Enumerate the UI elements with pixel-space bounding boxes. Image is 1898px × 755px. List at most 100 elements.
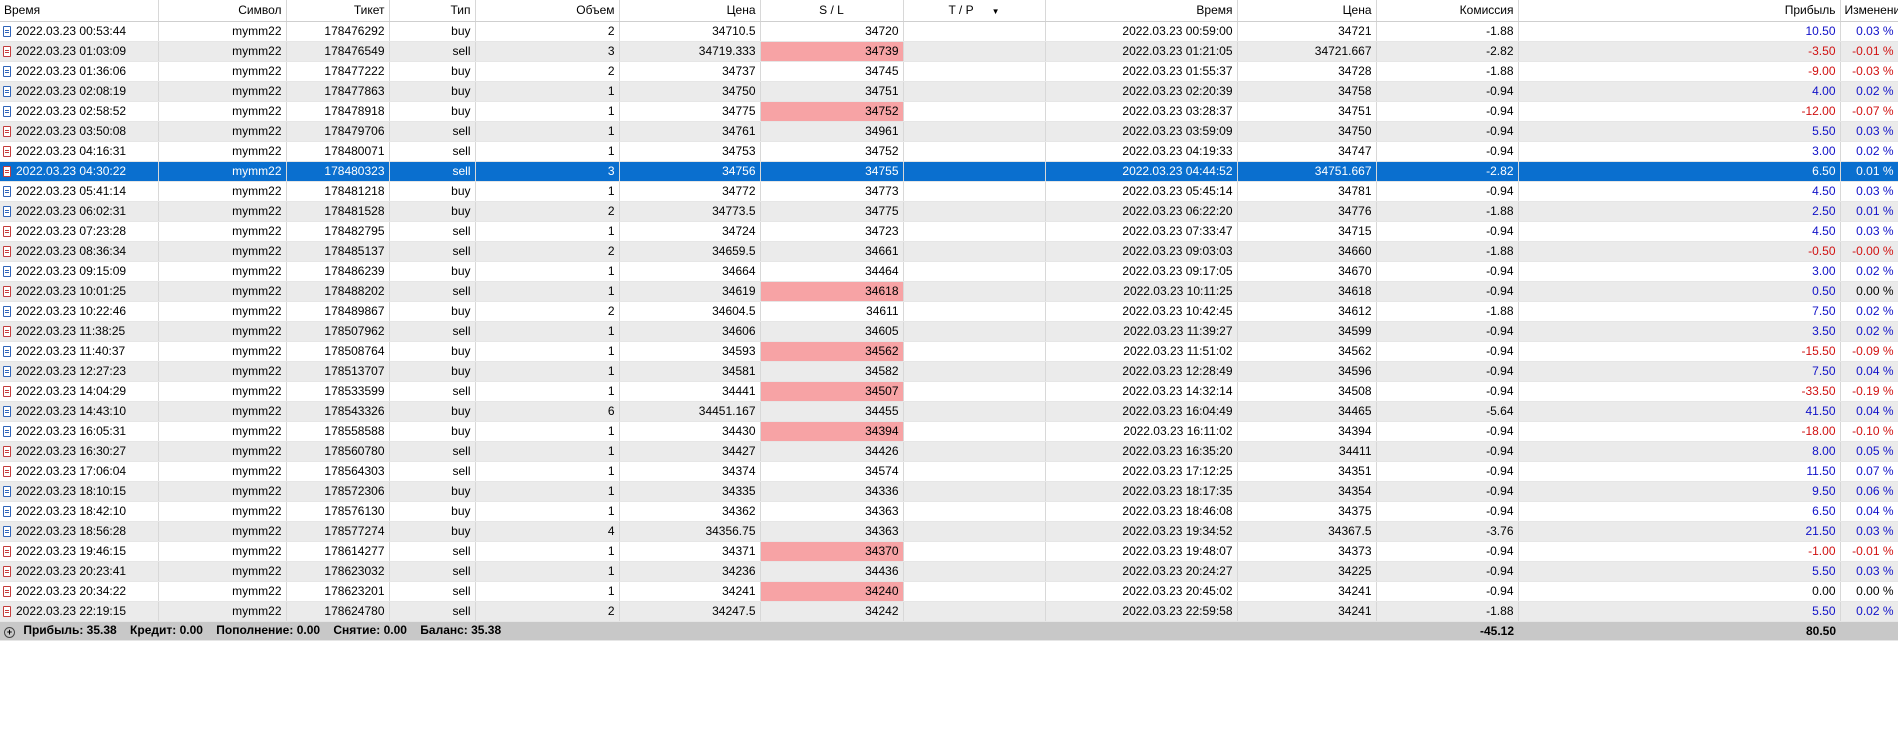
- cell-sl-text: 34370: [865, 544, 899, 558]
- cell-volume: 1: [475, 541, 620, 562]
- sell-order-icon: [3, 146, 11, 157]
- cell-symbol-text: mymm22: [232, 124, 282, 138]
- col-header-profit[interactable]: Прибыль: [1518, 0, 1841, 22]
- cell-change: 0.03 %: [1840, 521, 1898, 542]
- cell-change: 0.03 %: [1840, 121, 1898, 142]
- cell-sl-text: 34455: [865, 404, 899, 418]
- table-row[interactable]: 2022.03.23 18:10:15 mymm22 178572306 buy 1 34…: [0, 481, 1898, 502]
- col-header-ticket[interactable]: Тикет: [286, 0, 390, 22]
- cell-time-text: 2022.03.23 18:10:15: [16, 484, 127, 498]
- cell-close-time: 2022.03.23 07:33:47: [1045, 221, 1238, 242]
- cell-price: 34775: [619, 101, 761, 122]
- table-row[interactable]: 2022.03.23 18:42:10 mymm22 178576130 buy 1 34…: [0, 501, 1898, 522]
- cell-symbol: mymm22: [158, 261, 287, 282]
- col-header-close-time[interactable]: Время: [1045, 0, 1238, 22]
- table-row[interactable]: 2022.03.23 02:08:19 mymm22 178477863 buy 1 34…: [0, 81, 1898, 102]
- cell-time: 2022.03.23 12:27:23: [0, 361, 159, 382]
- table-row[interactable]: 2022.03.23 01:36:06 mymm22 178477222 buy 2 34…: [0, 61, 1898, 82]
- cell-profit-text: -9.00: [1808, 64, 1836, 78]
- cell-symbol: mymm22: [158, 101, 287, 122]
- cell-volume-text: 1: [607, 564, 615, 578]
- col-header-change[interactable]: Изменение: [1840, 0, 1898, 22]
- cell-type: buy: [389, 181, 476, 202]
- cell-time: 2022.03.23 11:38:25: [0, 321, 159, 342]
- col-header-type[interactable]: Тип: [389, 0, 476, 22]
- cell-volume-text: 1: [607, 224, 615, 238]
- table-row[interactable]: 2022.03.23 19:46:15 mymm22 178614277 sell 1 3…: [0, 541, 1898, 562]
- col-header-close-price[interactable]: Цена: [1237, 0, 1377, 22]
- cell-type: sell: [389, 381, 476, 402]
- col-header-price[interactable]: Цена: [619, 0, 761, 22]
- table-row[interactable]: 2022.03.23 20:23:41 mymm22 178623032 sell 1 3…: [0, 561, 1898, 582]
- table-row[interactable]: 2022.03.23 10:01:25 mymm22 178488202 sell 1 3…: [0, 281, 1898, 302]
- table-row[interactable]: 2022.03.23 05:41:14 mymm22 178481218 buy 1 34…: [0, 181, 1898, 202]
- cell-change-text: 0.02 %: [1856, 264, 1894, 278]
- cell-ticket-text: 178508764: [324, 344, 385, 358]
- col-header-sl[interactable]: S / L: [760, 0, 904, 22]
- cell-price-text: 34775: [722, 104, 756, 118]
- cell-time: 2022.03.23 00:53:44: [0, 21, 159, 42]
- cell-close-time: 2022.03.23 03:59:09: [1045, 121, 1238, 142]
- table-row[interactable]: 2022.03.23 09:15:09 mymm22 178486239 buy 1 34…: [0, 261, 1898, 282]
- table-row[interactable]: 2022.03.23 20:34:22 mymm22 178623201 sell 1 3…: [0, 581, 1898, 602]
- table-row[interactable]: 2022.03.23 12:27:23 mymm22 178513707 buy 1 34…: [0, 361, 1898, 382]
- table-row[interactable]: 2022.03.23 03:50:08 mymm22 178479706 sell 1 3…: [0, 121, 1898, 142]
- table-row[interactable]: 2022.03.23 10:22:46 mymm22 178489867 buy 2 34…: [0, 301, 1898, 322]
- cell-commission-text: -0.94: [1486, 224, 1514, 238]
- cell-change-text: 0.02 %: [1856, 604, 1894, 618]
- table-row[interactable]: 2022.03.23 04:30:22 mymm22 178480323 sell 3 3…: [0, 161, 1898, 182]
- cell-price-text: 34427: [722, 444, 756, 458]
- col-header-tp[interactable]: T / P ▼: [903, 0, 1046, 22]
- cell-symbol: mymm22: [158, 221, 287, 242]
- cell-change: 0.05 %: [1840, 441, 1898, 462]
- cell-price: 34750: [619, 81, 761, 102]
- expand-plus-icon[interactable]: +: [4, 627, 15, 638]
- table-row[interactable]: 2022.03.23 16:05:31 mymm22 178558588 buy 1 34…: [0, 421, 1898, 442]
- table-row[interactable]: 2022.03.23 16:30:27 mymm22 178560780 sell 1 3…: [0, 441, 1898, 462]
- cell-change: 0.03 %: [1840, 181, 1898, 202]
- cell-symbol: mymm22: [158, 421, 287, 442]
- cell-price-text: 34593: [722, 344, 756, 358]
- trade-history-table: Время Символ Тикет Тип Объем Цена S / L …: [0, 0, 1898, 641]
- cell-sl: 34745: [760, 61, 904, 82]
- cell-symbol-text: mymm22: [232, 404, 282, 418]
- table-row[interactable]: 2022.03.23 11:40:37 mymm22 178508764 buy 1 34…: [0, 341, 1898, 362]
- cell-tp: [903, 301, 1046, 322]
- cell-commission-text: -2.82: [1486, 164, 1514, 178]
- cell-type-text: buy: [451, 424, 471, 438]
- table-row[interactable]: 2022.03.23 02:58:52 mymm22 178478918 buy 1 34…: [0, 101, 1898, 122]
- table-row[interactable]: 2022.03.23 06:02:31 mymm22 178481528 buy 2 34…: [0, 201, 1898, 222]
- cell-close-time: 2022.03.23 22:59:58: [1045, 601, 1238, 622]
- cell-symbol: mymm22: [158, 601, 287, 622]
- cell-close-time-text: 2022.03.23 12:28:49: [1122, 364, 1233, 378]
- table-row[interactable]: 2022.03.23 08:36:34 mymm22 178485137 sell 2 3…: [0, 241, 1898, 262]
- table-row[interactable]: 2022.03.23 04:16:31 mymm22 178480071 sell 1 3…: [0, 141, 1898, 162]
- col-header-volume[interactable]: Объем: [475, 0, 620, 22]
- table-row[interactable]: 2022.03.23 11:38:25 mymm22 178507962 sell 1 3…: [0, 321, 1898, 342]
- cell-close-price-text: 34660: [1338, 244, 1372, 258]
- cell-type-text: buy: [451, 204, 471, 218]
- cell-close-price-text: 34241: [1338, 604, 1372, 618]
- table-row[interactable]: 2022.03.23 14:43:10 mymm22 178543326 buy 6 34…: [0, 401, 1898, 422]
- sell-order-icon: [3, 466, 11, 477]
- table-row[interactable]: 2022.03.23 17:06:04 mymm22 178564303 sell 1 3…: [0, 461, 1898, 482]
- table-row[interactable]: 2022.03.23 01:03:09 mymm22 178476549 sell 3 3…: [0, 41, 1898, 62]
- cell-symbol: mymm22: [158, 541, 287, 562]
- buy-order-icon: [3, 186, 11, 197]
- cell-symbol: mymm22: [158, 521, 287, 542]
- col-header-commission[interactable]: Комиссия: [1376, 0, 1519, 22]
- table-row[interactable]: 2022.03.23 18:56:28 mymm22 178577274 buy 4 34…: [0, 521, 1898, 542]
- cell-price-text: 34374: [722, 464, 756, 478]
- table-row[interactable]: 2022.03.23 14:04:29 mymm22 178533599 sell 1 3…: [0, 381, 1898, 402]
- table-row[interactable]: 2022.03.23 00:53:44 mymm22 178476292 buy 2 34…: [0, 21, 1898, 42]
- cell-close-time-text: 2022.03.23 20:45:02: [1122, 584, 1233, 598]
- table-row[interactable]: 2022.03.23 07:23:28 mymm22 178482795 sell 1 3…: [0, 221, 1898, 242]
- cell-sl-text: 34752: [865, 144, 899, 158]
- cell-ticket-text: 178480323: [324, 164, 385, 178]
- cell-close-time-text: 2022.03.23 10:11:25: [1123, 284, 1233, 298]
- cell-symbol-text: mymm22: [232, 224, 282, 238]
- col-header-time[interactable]: Время: [0, 0, 159, 22]
- cell-type-text: buy: [451, 84, 471, 98]
- table-row[interactable]: 2022.03.23 22:19:15 mymm22 178624780 sell 2 3…: [0, 601, 1898, 622]
- col-header-symbol[interactable]: Символ: [158, 0, 287, 22]
